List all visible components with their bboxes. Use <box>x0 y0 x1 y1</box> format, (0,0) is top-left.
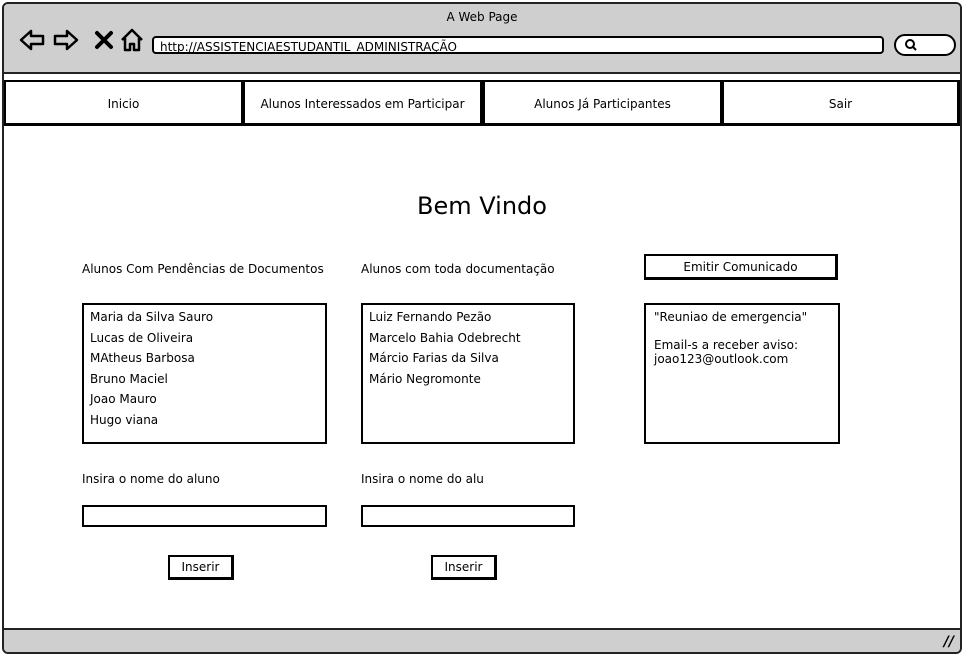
tab-sair[interactable]: Sair <box>722 80 960 126</box>
list-item[interactable]: MAtheus Barbosa <box>90 348 319 369</box>
list-item[interactable]: Bruno Maciel <box>90 369 319 390</box>
pending-students-list[interactable]: Maria da Silva Sauro Lucas de Oliveira M… <box>82 303 327 444</box>
browser-window: A Web Page http://ASSISTENCIAESTUDANTIL_… <box>2 2 962 654</box>
list-item[interactable]: Márcio Farias da Silva <box>369 348 567 369</box>
window-title: A Web Page <box>446 10 518 24</box>
list-item[interactable]: Lucas de Oliveira <box>90 328 319 349</box>
complete-list-label: Alunos com toda documentação <box>361 262 555 276</box>
complete-input-label: Insira o nome do alu <box>361 472 484 486</box>
list-item[interactable]: Luiz Fernando Pezão <box>369 307 567 328</box>
tab-inicio[interactable]: Inicio <box>4 80 244 126</box>
nav-tabs: Inicio Alunos Interessados em Participar… <box>4 80 960 128</box>
search-field[interactable] <box>894 34 956 56</box>
close-icon[interactable] <box>90 26 118 54</box>
pending-input-label: Insira o nome do aluno <box>82 472 220 486</box>
pending-insert-button[interactable]: Inserir <box>168 555 234 580</box>
page-title: Bem Vindo <box>417 192 547 220</box>
home-icon[interactable] <box>118 26 146 54</box>
complete-insert-button[interactable]: Inserir <box>431 555 497 580</box>
forward-arrow-icon[interactable] <box>52 26 80 54</box>
resize-grip-icon[interactable]: // <box>944 634 954 650</box>
search-icon <box>905 39 917 51</box>
complete-student-name-input[interactable] <box>361 505 575 527</box>
pending-student-name-input[interactable] <box>82 505 327 527</box>
tab-alunos-interessados[interactable]: Alunos Interessados em Participar <box>243 80 483 126</box>
back-arrow-icon[interactable] <box>18 26 46 54</box>
list-item[interactable]: Joao Mauro <box>90 389 319 410</box>
notice-preview: "Reuniao de emergencia" Email-s a recebe… <box>644 303 840 444</box>
tab-alunos-participantes[interactable]: Alunos Já Participantes <box>483 80 723 126</box>
complete-students-list[interactable]: Luiz Fernando Pezão Marcelo Bahia Odebre… <box>361 303 575 444</box>
notice-recipient-email: joao123@outlook.com <box>654 352 789 366</box>
notice-message: "Reuniao de emergencia" <box>654 310 808 324</box>
title-bar: A Web Page http://ASSISTENCIAESTUDANTIL_… <box>4 4 960 74</box>
list-item[interactable]: Maria da Silva Sauro <box>90 307 319 328</box>
list-item[interactable]: Mário Negromonte <box>369 369 567 390</box>
status-bar: // <box>4 628 960 652</box>
emit-notice-button[interactable]: Emitir Comunicado <box>644 254 838 280</box>
notice-recipients-label: Email-s a receber aviso: <box>654 338 799 352</box>
list-item[interactable]: Hugo viana <box>90 410 319 431</box>
pending-list-label: Alunos Com Pendências de Documentos <box>82 262 324 276</box>
list-item[interactable]: Marcelo Bahia Odebrecht <box>369 328 567 349</box>
url-field[interactable]: http://ASSISTENCIAESTUDANTIL_ADMINISTRAÇ… <box>152 36 884 54</box>
